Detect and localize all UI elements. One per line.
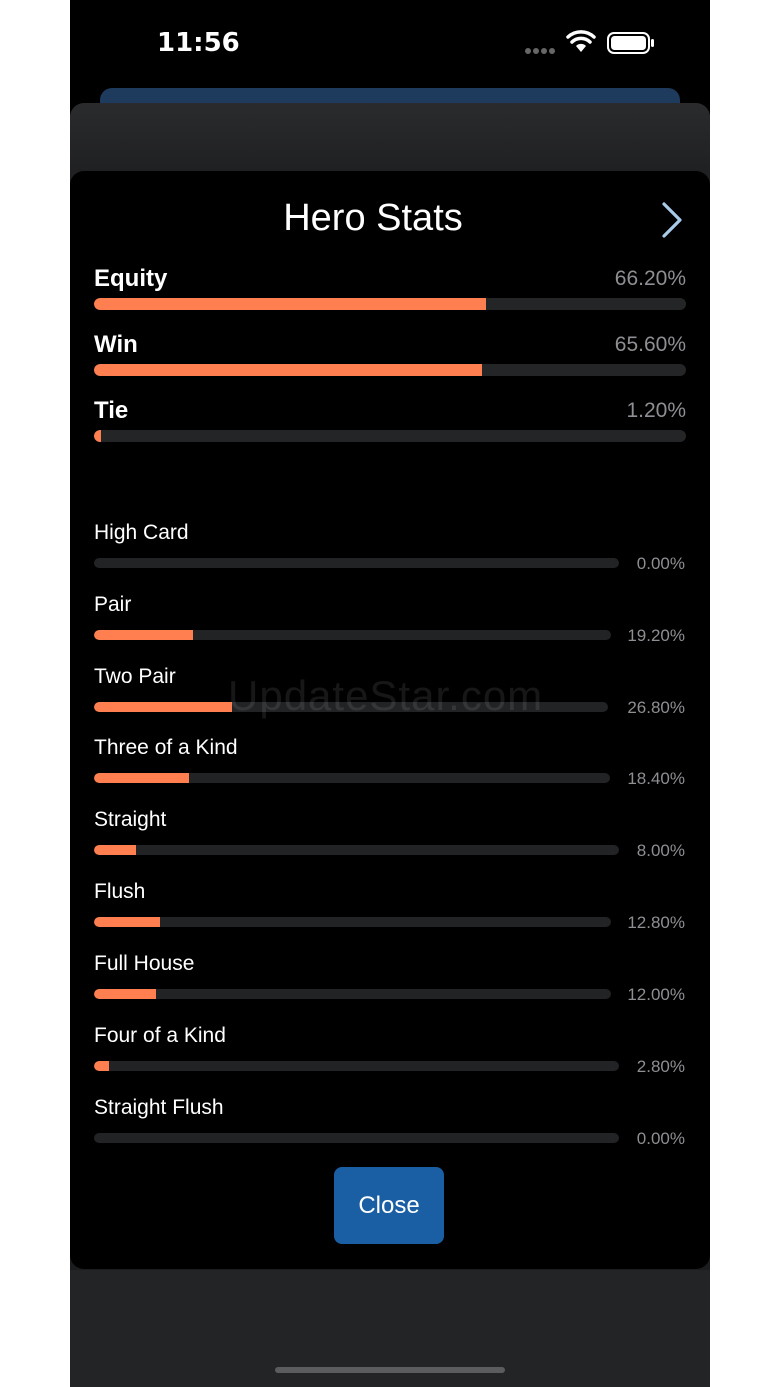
hand-label: Four of a Kind: [94, 1024, 226, 1047]
hand-value: 12.00%: [627, 985, 685, 1004]
stat-bar-track: [94, 364, 686, 376]
stat-bar-track: [94, 430, 686, 442]
hand-bar-fill: [94, 1061, 109, 1071]
stat-bar-fill: [94, 298, 486, 310]
hand-bar-fill: [94, 917, 161, 927]
stat-value: 1.20%: [626, 399, 686, 422]
hand-value: 0.00%: [636, 554, 685, 573]
stat-label: Tie: [94, 397, 129, 424]
status-time: 11:56: [157, 28, 240, 58]
stat-bar-fill: [94, 430, 102, 442]
hand-bar-fill: [94, 702, 232, 712]
hand-value: 12.80%: [627, 913, 685, 932]
battery-icon: [607, 32, 654, 54]
stat-value: 65.60%: [614, 333, 686, 356]
stat-value: 66.20%: [614, 267, 686, 290]
hand-bar-track: [94, 630, 611, 640]
home-indicator[interactable]: [275, 1367, 505, 1373]
hand-label: Three of a Kind: [94, 736, 238, 759]
hand-label: Straight Flush: [94, 1096, 224, 1119]
hand-value: 26.80%: [627, 698, 685, 717]
hand-bar-track: [94, 1061, 619, 1071]
hand-label: Pair: [94, 593, 132, 616]
hand-bar-fill: [94, 989, 157, 999]
phone-screen: 11:56 Hero Stats Equity 66.20% Win 65.60…: [70, 0, 710, 1387]
hand-label: Two Pair: [94, 665, 176, 688]
signal-icon: [525, 48, 555, 54]
status-bar: 11:56: [70, 0, 710, 88]
hand-label: Full House: [94, 952, 195, 975]
stat-bar-fill: [94, 364, 483, 376]
stat-bar-track: [94, 298, 686, 310]
close-button[interactable]: Close: [334, 1167, 444, 1244]
watermark: UpdateStar.com: [228, 672, 544, 719]
hand-bar-track: [94, 989, 611, 999]
hand-bar-fill: [94, 630, 194, 640]
hand-bar-fill: [94, 845, 136, 855]
hand-label: High Card: [94, 521, 189, 544]
hand-bar-track: [94, 1133, 619, 1143]
hand-value: 19.20%: [627, 626, 685, 645]
hand-bar-track: [94, 845, 619, 855]
hand-label: Flush: [94, 880, 146, 903]
stat-label: Win: [94, 331, 138, 358]
stat-label: Equity: [94, 265, 168, 292]
wifi-icon: [566, 30, 596, 52]
page-title: Hero Stats: [283, 197, 463, 239]
hand-value: 0.00%: [636, 1129, 685, 1148]
hand-value: 2.80%: [636, 1057, 685, 1076]
chevron-right-icon[interactable]: [660, 201, 684, 239]
hand-value: 8.00%: [636, 841, 685, 860]
hand-value: 18.40%: [627, 769, 685, 788]
hand-bar-track: [94, 558, 619, 568]
hand-label: Straight: [94, 808, 167, 831]
hand-bar-track: [94, 917, 611, 927]
hand-bar-fill: [94, 773, 189, 783]
hand-bar-track: [94, 773, 610, 783]
